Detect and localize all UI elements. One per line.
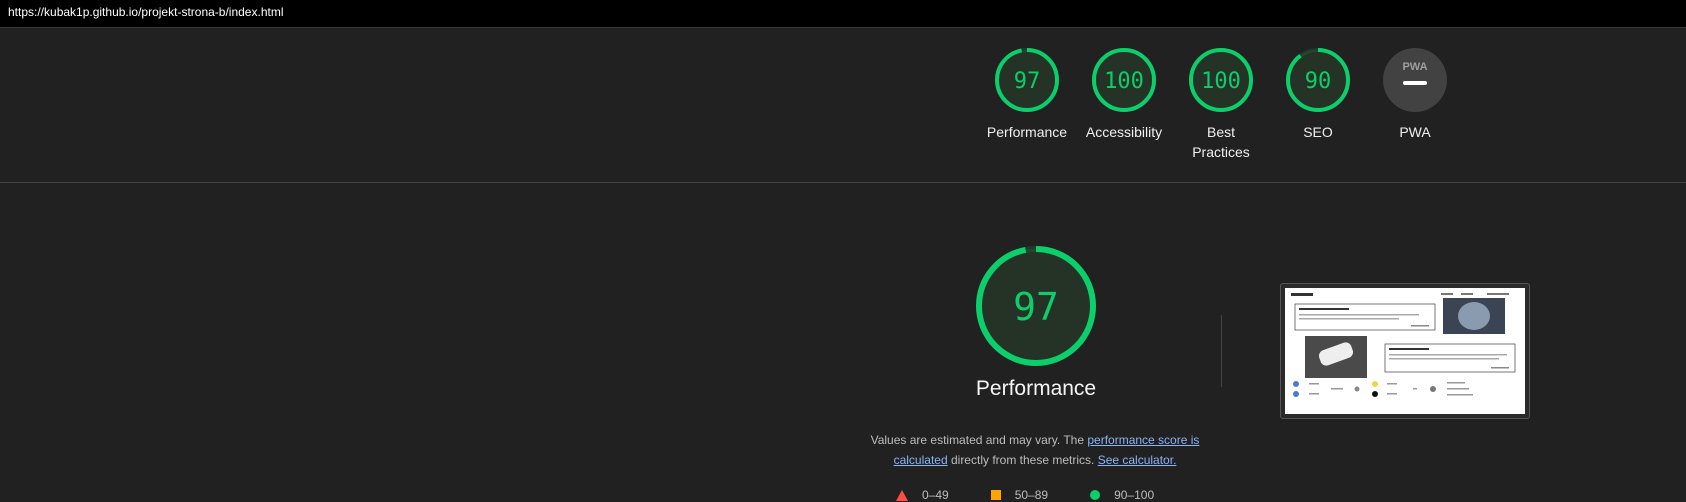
performance-gauge-large: 97 Performance	[960, 245, 1112, 401]
circle-icon	[1090, 490, 1101, 500]
legend-average: 50–89	[990, 488, 1049, 502]
divider	[1221, 315, 1222, 387]
performance-ring-large: 97	[976, 246, 1096, 366]
triangle-icon	[896, 489, 908, 501]
gauge-performance-ring: 97	[995, 48, 1059, 112]
performance-score-large: 97	[1013, 285, 1059, 329]
page-url[interactable]: https://kubak1p.github.io/projekt-strona…	[8, 5, 283, 19]
see-calculator-link[interactable]: See calculator.	[1098, 453, 1177, 467]
performance-note: Values are estimated and may vary. The p…	[870, 430, 1200, 470]
legend-average-label: 50–89	[1014, 488, 1049, 502]
gauge-best-practices-ring: 100	[1189, 48, 1253, 112]
gauge-best-practices[interactable]: 100 Best Practices	[1166, 47, 1276, 162]
legend-pass: 90–100	[1090, 488, 1154, 502]
gauge-performance-score: 97	[1014, 69, 1041, 94]
legend-fail-label: 0–49	[922, 488, 949, 502]
gauge-pwa-label: PWA	[1399, 124, 1431, 140]
gauge-seo-label: SEO	[1303, 124, 1333, 140]
gauge-best-practices-label: Best Practices	[1192, 124, 1250, 160]
gauge-seo-ring: 90	[1286, 48, 1350, 112]
gauge-accessibility-score: 100	[1104, 69, 1144, 94]
gauge-best-practices-score: 100	[1201, 69, 1241, 94]
note-text-middle: directly from these metrics.	[947, 453, 1098, 467]
gauge-seo-score: 90	[1305, 69, 1332, 94]
note-text-before: Values are estimated and may vary. The	[870, 433, 1088, 447]
square-icon	[990, 490, 1001, 500]
url-bar: https://kubak1p.github.io/projekt-strona…	[0, 0, 1686, 28]
gauge-accessibility-ring: 100	[1092, 48, 1156, 112]
gauge-accessibility[interactable]: 100 Accessibility	[1069, 47, 1179, 142]
performance-title: Performance	[975, 377, 1097, 400]
gauge-performance-label: Performance	[986, 124, 1068, 140]
legend-fail: 0–49	[896, 488, 949, 502]
thumbnail-image-icon	[1285, 288, 1525, 414]
pwa-badge-icon: PWA	[1383, 48, 1447, 112]
pwa-badge-text: PWA	[1402, 61, 1427, 73]
score-summary: 97 Performance 100 Accessibility 100 Bes…	[0, 28, 1686, 183]
page-screenshot-thumbnail[interactable]	[1280, 283, 1530, 419]
score-legend: 0–49 50–89 90–100	[896, 488, 1196, 502]
thumbnail-page	[1285, 288, 1525, 414]
gauge-performance[interactable]: 97 Performance	[972, 47, 1082, 142]
gauge-accessibility-label: Accessibility	[1085, 124, 1163, 140]
legend-pass-label: 90–100	[1114, 488, 1155, 502]
gauge-seo[interactable]: 90 SEO	[1263, 47, 1373, 142]
gauge-pwa[interactable]: PWA PWA	[1360, 47, 1470, 142]
